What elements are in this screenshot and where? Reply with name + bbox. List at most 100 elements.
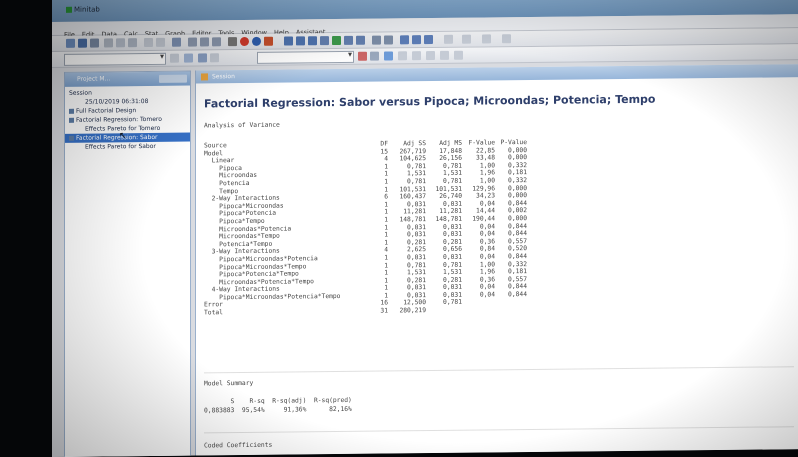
line-icon[interactable] [502,34,511,44]
aov-cell-p-value: 0,181 [508,268,527,276]
text-tool-icon[interactable] [398,51,407,61]
insert-row-icon[interactable] [188,37,197,47]
aov-body: Model 15 267,719 17,848 22,85 0,000 Linear 4 10… [204,147,527,317]
aov-cell-source: Total [204,309,223,317]
aov-cell-df: 4 [384,155,388,163]
aov-cell-df: 1 [384,224,388,232]
monitor-screen: Minitab FileEditDataCalcStatGraphEditorT… [52,0,798,457]
tile-windows-icon[interactable] [320,36,329,46]
coded-coefficients-heading: Coded Coefficients [204,441,273,450]
pm-item-effects-pareto-sabor[interactable]: Effects Pareto for Sabor [65,142,190,152]
pointer-icon[interactable] [482,34,491,44]
find-icon[interactable] [212,37,221,47]
worksheet-icon[interactable] [296,36,305,46]
command-combo[interactable] [257,50,354,64]
polygon-tool-icon[interactable] [440,50,449,60]
show-graphs-icon[interactable] [424,35,433,45]
print-icon[interactable] [90,38,99,48]
graph-window-icon[interactable] [308,36,317,46]
aov-col-f-value: F-Value [468,139,495,147]
aov-cell-p-value: 0,844 [508,290,527,299]
session-window: Session Factorial Regression: Sabor vers… [195,64,798,456]
project-manager-title: Project M... [77,75,111,83]
aov-cell-adj-ss: 148,781 [399,216,426,224]
aov-cell-df: 1 [384,284,388,292]
report-pad-icon[interactable] [332,35,341,46]
output-folder-icon [69,108,74,114]
aov-cell-adj-ms [426,307,462,315]
aov-cell-f-value [462,306,495,314]
set-id-variables-icon[interactable] [462,34,471,44]
window-controls-icon[interactable] [159,74,187,83]
related-graphs-icon[interactable] [344,35,353,45]
zoom-icon[interactable] [370,51,379,61]
new-project-icon[interactable] [66,38,75,48]
cancel-icon[interactable] [228,37,237,47]
aov-cell-adj-ss: 0,031 [407,231,426,239]
aov-cell-adj-ms: 26,156 [439,154,462,163]
aov-cell-df: 1 [384,231,388,239]
aov-cell-p-value: 0,000 [508,192,527,200]
aov-cell-df: 1 [384,239,388,247]
delete-icon[interactable] [358,51,367,61]
project-manager-pane: Project M... Session 25/10/2019 06:31:08… [64,70,191,457]
aov-cell-p-value: 0,844 [508,230,527,238]
sort-icon[interactable] [170,53,179,63]
aov-heading: Analysis of Variance [204,121,280,130]
polyline-tool-icon[interactable] [454,50,463,60]
help-icon[interactable] [252,36,261,46]
stopwatch-icon[interactable] [264,36,273,46]
ellipse-tool-icon[interactable] [426,50,435,61]
save-icon[interactable] [78,38,87,48]
brush-icon[interactable] [444,34,453,44]
session-window-icon[interactable] [284,36,293,46]
model-summary-heading: Model Summary [204,379,254,388]
aov-cell-adj-ms: 0,781 [443,177,462,185]
update-graph-icon[interactable] [384,35,393,45]
aov-cell-f-value: 0,04 [479,291,495,299]
aov-col-df: DF [380,140,388,148]
info-icon[interactable] [356,35,365,45]
aov-cell-df: 1 [384,163,388,171]
cut-icon[interactable] [104,38,113,48]
aov-cell-df: 1 [384,208,388,216]
copy-icon[interactable] [116,38,125,48]
aov-cell-adj-ms: 148,781 [435,215,462,223]
aov-cell-df: 1 [384,186,388,194]
aov-cell-adj-ms: 1,531 [443,268,462,276]
pm-item-label: Session [69,89,92,97]
worksheet-combo[interactable] [64,52,166,66]
show-folder-icon[interactable] [412,35,421,45]
edit-last-dialog-icon[interactable] [172,37,181,47]
stop-icon[interactable] [240,36,249,47]
aov-cell-p-value: 0,000 [508,154,527,162]
data-icon[interactable] [184,53,193,63]
pm-item-label: Full Factorial Design [76,107,137,115]
report-title: Factorial Regression: Sabor versus Pipoc… [204,92,656,111]
aov-cell-p-value: 0,000 [508,214,527,223]
history-icon[interactable] [372,35,381,45]
redo-icon[interactable] [156,37,165,47]
aov-cell-adj-ms: 0,781 [443,299,462,307]
insert-column-icon[interactable] [200,37,209,47]
aov-cell-f-value: 1,00 [479,177,495,185]
select-icon[interactable] [384,51,393,61]
session-titlebar: Session [196,64,798,84]
section-divider [204,366,794,374]
aov-cell-df: 1 [384,261,388,270]
output-folder-icon [69,117,74,123]
paste-icon[interactable] [128,38,137,48]
edit-icon[interactable] [210,53,219,63]
aov-cell-df: 31 [380,307,388,315]
aov-cell-df: 1 [384,178,388,186]
aov-cell-df: 1 [384,254,388,262]
pm-item-label: Factorial Regression: Sabor [76,133,158,142]
project-manager-icon[interactable] [400,35,409,45]
rectangle-tool-icon[interactable] [412,51,421,61]
session-window-title: Session [212,73,235,81]
add-item-icon[interactable] [198,53,207,63]
undo-icon[interactable] [144,37,153,48]
aov-cell-df: 4 [384,246,388,254]
aov-cell-f-value: 0,04 [479,230,495,238]
aov-cell-adj-ss: 280,219 [399,307,426,315]
